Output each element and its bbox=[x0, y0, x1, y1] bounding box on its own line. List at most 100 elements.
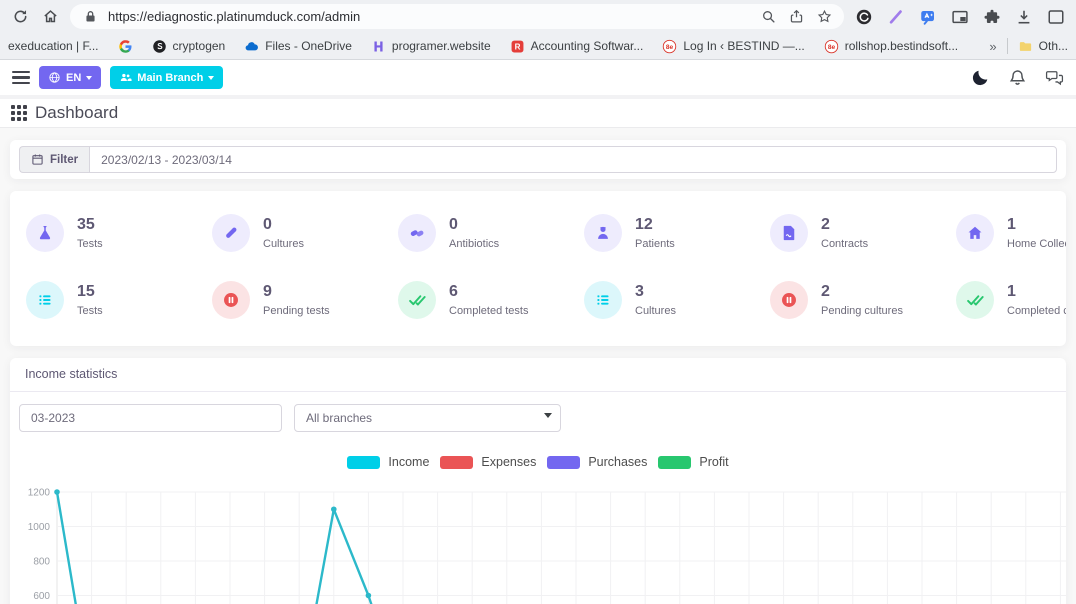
bookmark-item[interactable]: programer.website bbox=[371, 39, 491, 54]
data-point-dot bbox=[366, 593, 372, 599]
chevron-down-icon bbox=[86, 76, 92, 80]
check-double-icon bbox=[398, 281, 436, 319]
bookmark-item[interactable]: R Accounting Softwar... bbox=[510, 39, 644, 54]
stat-value: 0 bbox=[449, 216, 499, 234]
chart-legend: Income Expenses Purchases Profit bbox=[10, 455, 1066, 469]
bookmark-item[interactable]: 8erollshop.bestindsoft... bbox=[824, 39, 958, 54]
extensions-puzzle-icon[interactable] bbox=[982, 7, 1002, 27]
y-axis-tick-label: 600 bbox=[33, 591, 50, 602]
y-axis-tick-label: 1000 bbox=[28, 522, 51, 533]
month-input[interactable] bbox=[19, 404, 282, 432]
chat-icon[interactable] bbox=[1044, 68, 1064, 88]
users-icon bbox=[119, 71, 132, 84]
income-line-chart: 12001000800600400 bbox=[10, 473, 1066, 604]
bookmarks-separator bbox=[1007, 38, 1008, 54]
y-axis-tick-label: 1200 bbox=[28, 488, 51, 499]
legend-swatch bbox=[347, 456, 380, 469]
notifications-bell-icon[interactable] bbox=[1007, 68, 1027, 88]
profile-square-icon[interactable] bbox=[1046, 7, 1066, 27]
stat-value: 2 bbox=[821, 283, 903, 301]
stat-item: 0Cultures bbox=[212, 214, 398, 252]
stat-item: 12Patients bbox=[584, 214, 770, 252]
filter-label: Filter bbox=[19, 146, 89, 173]
stat-value: 1 bbox=[1007, 216, 1066, 234]
income-statistics-title: Income statistics bbox=[10, 358, 1066, 392]
purple-h-favicon bbox=[371, 39, 386, 54]
legend-item[interactable]: Purchases bbox=[547, 455, 647, 469]
bookmark-label: exeducation | F... bbox=[8, 39, 99, 53]
picture-in-picture-icon[interactable] bbox=[950, 7, 970, 27]
stat-item: 2 Contracts bbox=[770, 214, 956, 252]
legend-label: Expenses bbox=[481, 455, 536, 469]
stat-label: Cultures bbox=[635, 305, 676, 317]
stat-value: 15 bbox=[77, 283, 103, 301]
list-icon bbox=[26, 281, 64, 319]
bookmark-item[interactable] bbox=[118, 39, 133, 54]
svg-text:8e: 8e bbox=[828, 44, 836, 51]
legend-item[interactable]: Expenses bbox=[440, 455, 536, 469]
bookmark-label: Files - OneDrive bbox=[265, 39, 352, 53]
google-favicon bbox=[118, 39, 133, 54]
zoom-icon[interactable] bbox=[758, 7, 778, 27]
stat-value: 35 bbox=[77, 216, 103, 234]
stat-label: Antibiotics bbox=[449, 238, 499, 250]
downloads-icon[interactable] bbox=[1014, 7, 1034, 27]
bookmark-label: cryptogen bbox=[173, 39, 226, 53]
url-bar[interactable]: https://ediagnostic.platinumduck.com/adm… bbox=[70, 4, 844, 29]
bookmark-item[interactable]: 8eLog In ‹ BESTIND —... bbox=[662, 39, 804, 54]
income-line bbox=[57, 492, 1066, 604]
red-r-favicon: R bbox=[510, 39, 525, 54]
stat-label: Tests bbox=[77, 305, 103, 317]
swirl-extension-icon[interactable] bbox=[854, 7, 874, 27]
language-button[interactable]: EN bbox=[39, 66, 101, 89]
bookmark-label: Accounting Softwar... bbox=[531, 39, 644, 53]
stat-item: 6Completed tests bbox=[398, 281, 584, 319]
bookmark-item[interactable]: cryptogen bbox=[152, 39, 226, 54]
branch-button[interactable]: Main Branch bbox=[110, 66, 223, 89]
bookmarks-bar: exeducation | F... cryptogen Files - OneDr… bbox=[0, 33, 1076, 60]
flask-icon bbox=[26, 214, 64, 252]
other-bookmarks-folder[interactable]: Oth... bbox=[1018, 39, 1068, 54]
dark-mode-moon-icon[interactable] bbox=[970, 68, 990, 88]
stat-label: Completed tests bbox=[449, 305, 528, 317]
browser-home-icon[interactable] bbox=[40, 7, 60, 27]
bestind-favicon: 8e bbox=[824, 39, 839, 54]
stat-label: Home Collection bbox=[1007, 238, 1066, 250]
bookmark-star-icon[interactable] bbox=[814, 7, 834, 27]
pen-extension-icon[interactable] bbox=[886, 7, 906, 27]
calendar-icon bbox=[31, 153, 44, 166]
app-navbar: EN Main Branch bbox=[0, 60, 1076, 95]
bookmark-item[interactable]: Files - OneDrive bbox=[244, 39, 352, 54]
legend-label: Income bbox=[388, 455, 429, 469]
bookmark-item[interactable]: exeducation | F... bbox=[8, 39, 99, 53]
url-text[interactable]: https://ediagnostic.platinumduck.com/adm… bbox=[108, 9, 750, 24]
legend-item[interactable]: Profit bbox=[658, 455, 728, 469]
stat-value: 2 bbox=[821, 216, 868, 234]
legend-item[interactable]: Income bbox=[347, 455, 429, 469]
browser-toolbar: https://ediagnostic.platinumduck.com/adm… bbox=[0, 0, 1076, 33]
stat-value: 12 bbox=[635, 216, 675, 234]
legend-label: Purchases bbox=[588, 455, 647, 469]
lock-icon[interactable] bbox=[80, 7, 100, 27]
date-range-input[interactable] bbox=[89, 146, 1057, 173]
onedrive-cloud-favicon bbox=[244, 39, 259, 54]
stat-label: Completed cultures bbox=[1007, 305, 1066, 317]
contract-icon bbox=[770, 214, 808, 252]
dark-globe-favicon bbox=[152, 39, 167, 54]
blue-extension-icon[interactable] bbox=[918, 7, 938, 27]
reload-icon[interactable] bbox=[10, 7, 30, 27]
data-point-dot bbox=[331, 506, 337, 512]
stat-label: Contracts bbox=[821, 238, 868, 250]
bookmarks-overflow-chevron[interactable]: » bbox=[989, 39, 996, 54]
stat-label: Pending tests bbox=[263, 305, 330, 317]
check-double-icon bbox=[956, 281, 994, 319]
stat-item: 1Completed cultures bbox=[956, 281, 1066, 319]
capsules-icon bbox=[398, 214, 436, 252]
stats-card: 35 Tests 0Cultures 0 Antibiotics 12Patients 2 C… bbox=[10, 191, 1066, 346]
pause-icon bbox=[212, 281, 250, 319]
share-icon[interactable] bbox=[786, 7, 806, 27]
dashboard-grid-icon bbox=[11, 105, 27, 121]
page-header: Dashboard bbox=[0, 99, 1076, 128]
branch-select[interactable]: All branches bbox=[294, 404, 561, 432]
menu-hamburger-icon[interactable] bbox=[12, 71, 30, 85]
